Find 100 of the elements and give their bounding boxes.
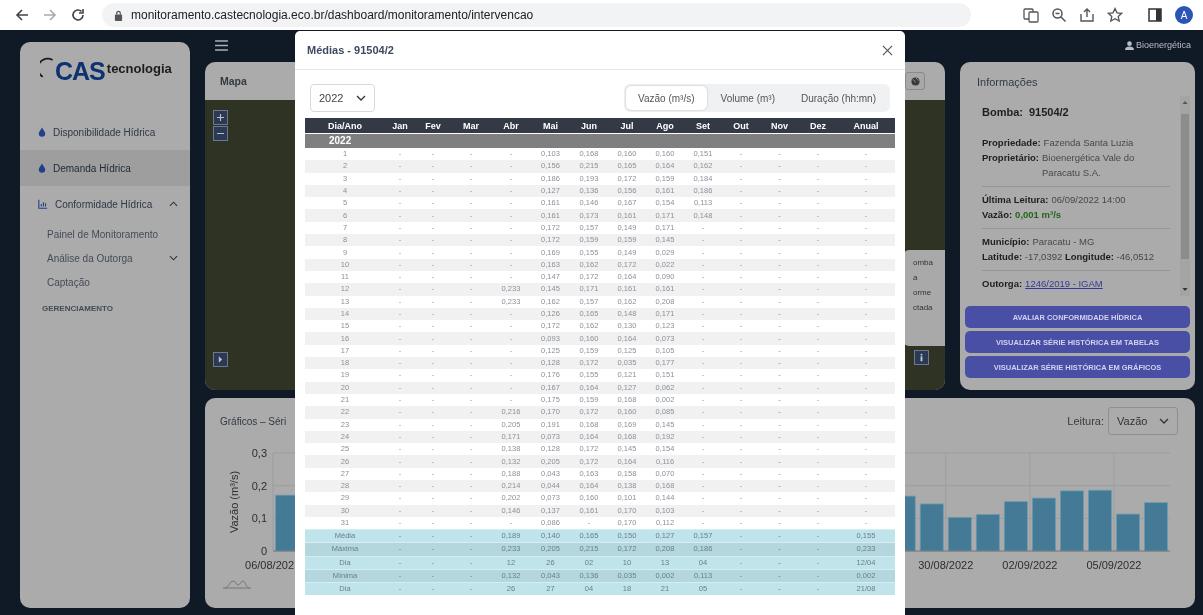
axis-title: Vazão (m³/s)	[228, 470, 240, 534]
zoom-out-button[interactable]	[213, 126, 228, 141]
legend-text: a	[913, 273, 919, 282]
flow-reading: 0,001 m³/s	[1015, 208, 1062, 222]
license-link[interactable]: 1246/2019 - IGAM	[1025, 276, 1103, 291]
chevron-icon	[1159, 418, 1169, 424]
field-value: 06/09/2022 14:00	[1051, 193, 1126, 207]
field-label: Outorga:	[982, 277, 1023, 291]
field-label: Propriedade:	[982, 136, 1041, 150]
legend-text: orme	[913, 288, 933, 297]
bar	[947, 516, 972, 552]
section-heading: GERENCIAMENTO	[41, 303, 114, 313]
column-header: Ago	[646, 118, 684, 134]
user-menu[interactable]: Bioenergética	[1124, 40, 1191, 50]
field-label: Bomba:	[982, 106, 1023, 118]
bar-chart-icon	[38, 199, 48, 209]
back-icon[interactable]	[14, 7, 30, 23]
sidebar-icon[interactable]	[1147, 7, 1163, 23]
tab[interactable]: Vazão (m³/s)	[626, 86, 707, 110]
tick-label: 06/08/202	[245, 559, 294, 571]
bar	[1003, 501, 1028, 552]
tab[interactable]: Volume (m³)	[708, 86, 787, 110]
column-header: Abr	[491, 118, 531, 134]
bar	[1088, 489, 1112, 552]
column-header: Jun	[570, 118, 608, 134]
tick-label: 0,1	[251, 512, 267, 525]
profile-avatar[interactable]: A	[1175, 6, 1193, 24]
reading-select[interactable]: Vazão	[1108, 407, 1178, 435]
bar	[1060, 490, 1084, 552]
menu-icon[interactable]	[215, 39, 228, 51]
plus-icon	[217, 114, 224, 121]
nav-subitem[interactable]: Captação	[20, 270, 190, 294]
tick-label: 0	[260, 545, 267, 557]
tick-label: 05/09/2022	[1086, 559, 1142, 571]
column-header: Jul	[608, 118, 646, 134]
globe-icon	[910, 76, 920, 86]
column-header: Dez	[799, 118, 837, 134]
field-value: Bioenergética Vale do Paracatu S.A.	[1042, 151, 1136, 180]
url-text: monitoramento.castecnologia.eco.br/dashboard/monitoramento/intervencao	[131, 8, 534, 22]
person-icon	[1124, 40, 1134, 50]
year-label: 2022	[329, 134, 352, 146]
bar	[975, 514, 1000, 552]
nav-item[interactable]: Disponibilidade Hídrica	[20, 114, 190, 150]
field-label: Vazão:	[982, 208, 1013, 222]
coordinates-text: Latitude: -17,0392 Longitude: -46,0512	[982, 250, 1156, 264]
logo-wordmark: tecnologia	[106, 61, 172, 76]
column-header: Anual	[837, 118, 895, 134]
field-label: Leitura:	[1067, 415, 1104, 427]
info-button[interactable]	[914, 350, 929, 365]
bar	[1031, 497, 1056, 552]
close-icon	[882, 44, 893, 56]
star-icon[interactable]	[1107, 7, 1123, 23]
field-value: Paracatu - MG	[1032, 235, 1095, 249]
chevron-right-icon	[218, 356, 223, 363]
year-select[interactable]: 2022	[310, 84, 375, 112]
nav-subitem[interactable]: Análise da Outorga	[20, 246, 190, 270]
expand-button[interactable]	[213, 352, 228, 367]
nav-item[interactable]: Conformidade Hídrica	[20, 186, 190, 222]
layer-button[interactable]	[905, 72, 925, 90]
share-icon[interactable]	[1079, 7, 1095, 23]
card-title: Gráficos – Séri	[220, 415, 287, 427]
column-header: Set	[684, 118, 722, 134]
bar	[1116, 513, 1140, 552]
logo-mark: CAS	[55, 58, 105, 84]
tab[interactable]: Duração (hh:mn)	[788, 86, 888, 110]
lock-icon	[114, 9, 123, 21]
column-header: Out	[722, 118, 760, 134]
tick-label: 30/08/2022	[918, 559, 974, 571]
card-title: Mapa	[220, 75, 247, 87]
field-label: Última Leitura:	[982, 193, 1049, 207]
nav-item[interactable]: Demanda Hídrica	[20, 150, 190, 186]
nav-subitem[interactable]: Painel de Monitoramento	[20, 222, 190, 246]
card-title: Informações	[976, 75, 1039, 90]
scrollbar[interactable]	[1180, 96, 1190, 296]
translate-icon[interactable]	[1023, 7, 1039, 23]
column-header: Mar	[451, 118, 491, 134]
bar	[1144, 502, 1168, 552]
modal-title: Médias - 91504/2	[307, 44, 394, 56]
column-header: Nov	[760, 118, 799, 134]
bar	[919, 503, 944, 552]
field-value: Fazenda Santa Luzia	[1043, 136, 1134, 150]
minus-icon	[217, 130, 224, 137]
zoom-in-button[interactable]	[213, 110, 228, 125]
drop-icon	[38, 163, 46, 173]
address-bar[interactable]: monitoramento.castecnologia.eco.br/dashboard/monitoramento/intervencao	[102, 3, 971, 27]
close-button[interactable]	[882, 44, 893, 56]
field-label: Município:	[982, 235, 1030, 249]
info-icon	[920, 353, 923, 362]
legend-text: omba	[913, 258, 934, 267]
column-header: Mai	[531, 118, 570, 134]
legend-text: ctada	[913, 303, 934, 312]
reload-icon[interactable]	[70, 7, 86, 23]
tick-label: 0,2	[251, 479, 267, 492]
field-label: Proprietário:	[982, 151, 1039, 165]
drop-icon	[38, 127, 46, 137]
column-header: Dia/Ano	[305, 118, 385, 134]
field-value: 91504/2	[1028, 106, 1069, 118]
tick-label: 0,3	[251, 447, 267, 459]
tick-label: 02/09/2022	[1002, 559, 1058, 571]
zoom-icon[interactable]	[1051, 7, 1067, 23]
